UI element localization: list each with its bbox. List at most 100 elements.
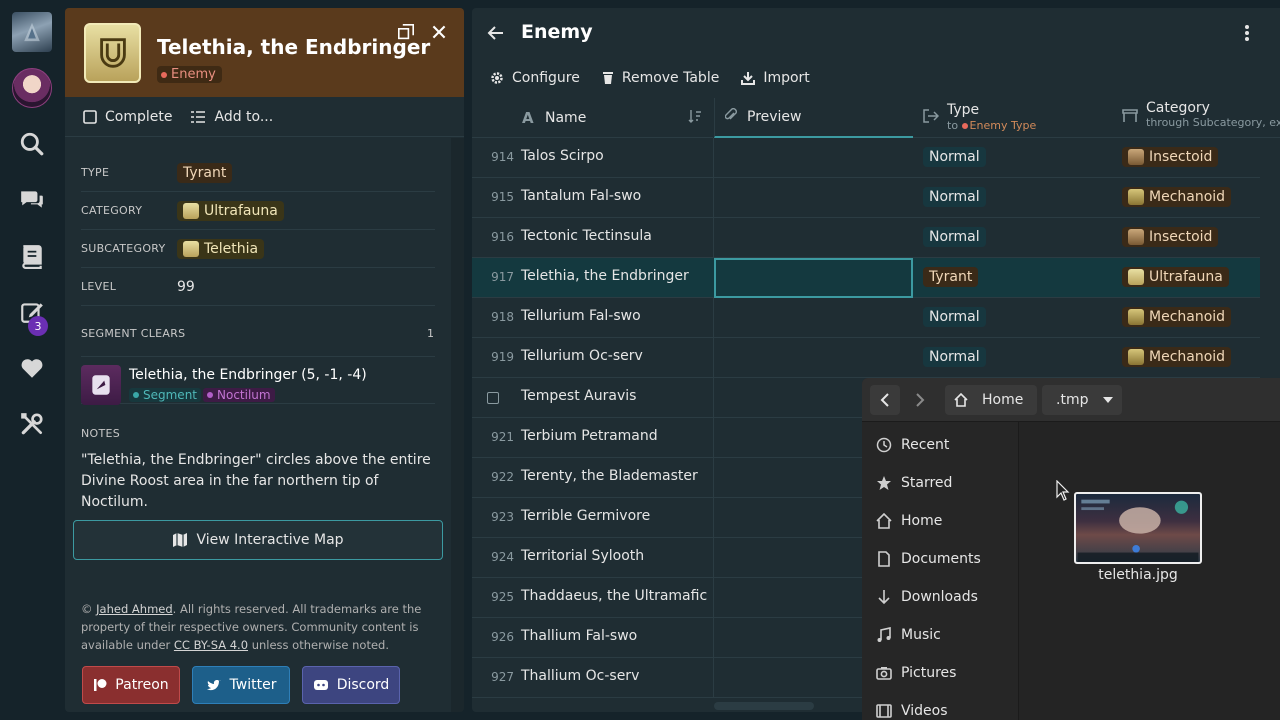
table-row[interactable]: 916 Tectonic Tectinsula Normal Insectoid — [472, 218, 1260, 258]
row-name[interactable]: Terbium Petramand — [521, 428, 658, 444]
table-row[interactable]: 919 Tellurium Oc-serv Normal Mechanoid — [472, 338, 1260, 378]
app-logo[interactable] — [12, 12, 52, 52]
row-type-chip[interactable]: Normal — [923, 227, 986, 247]
place-starred[interactable]: Starred — [862, 464, 1019, 502]
segment-clear-item[interactable]: Telethia, the Endbringer (5, -1, -4) Seg… — [81, 356, 435, 405]
table-row[interactable]: 914 Talos Scirpo Normal Insectoid — [472, 138, 1260, 178]
clock-icon — [876, 437, 892, 453]
column-name[interactable]: A Name — [472, 98, 713, 138]
column-type[interactable]: Type to Enemy Type — [913, 98, 1112, 138]
import-button[interactable]: Import — [741, 70, 810, 86]
discord-button[interactable]: Discord — [302, 666, 400, 704]
back-nav-button[interactable] — [870, 385, 900, 415]
row-category-chip[interactable]: Mechanoid — [1122, 307, 1232, 327]
row-name[interactable]: Tellurium Oc-serv — [521, 348, 643, 364]
row-type-chip[interactable]: Normal — [923, 147, 986, 167]
chevron-down-icon — [1103, 397, 1114, 403]
column-category[interactable]: Category through Subcategory, exit — [1112, 98, 1280, 138]
place-downloads[interactable]: Downloads — [862, 578, 1019, 616]
insectoid-icon — [1128, 229, 1144, 245]
search-icon[interactable] — [12, 124, 52, 164]
row-preview-cell[interactable] — [713, 298, 913, 338]
user-avatar[interactable] — [12, 68, 52, 108]
crumb-home[interactable]: Home — [945, 385, 1037, 415]
row-category-label: Ultrafauna — [1149, 269, 1223, 285]
row-name[interactable]: Tempest Auravis — [521, 388, 636, 404]
horizontal-scrollbar[interactable] — [714, 702, 814, 710]
chooser-places: Recent Starred Home Documents Downloads … — [862, 422, 1019, 720]
place-pictures[interactable]: Pictures — [862, 654, 1019, 692]
row-preview-cell[interactable] — [714, 258, 913, 298]
row-name[interactable]: Territorial Sylooth — [521, 548, 644, 564]
row-category-chip[interactable]: Mechanoid — [1122, 187, 1232, 207]
add-to-button[interactable]: Add to... — [190, 109, 273, 125]
place-music[interactable]: Music — [862, 616, 1019, 654]
row-category-chip[interactable]: Insectoid — [1122, 147, 1219, 167]
category-chip[interactable]: Ultrafauna — [177, 200, 284, 221]
row-type-chip[interactable]: Normal — [923, 347, 986, 367]
detail-scrollbar[interactable] — [451, 138, 464, 712]
camera-icon — [876, 667, 892, 680]
configure-button[interactable]: Configure — [490, 70, 580, 86]
place-home[interactable]: Home — [862, 502, 1019, 540]
row-name[interactable]: Tantalum Fal-swo — [521, 188, 641, 204]
forward-nav-button[interactable] — [905, 385, 935, 415]
row-name[interactable]: Terenty, the Blademaster — [521, 468, 698, 484]
crumb-tmp[interactable]: .tmp — [1042, 385, 1122, 415]
entity-tag-label: Enemy — [171, 67, 216, 82]
row-checkbox[interactable] — [487, 392, 499, 404]
row-category-label: Mechanoid — [1149, 189, 1226, 205]
table-row[interactable]: 915 Tantalum Fal-swo Normal Mechanoid — [472, 178, 1260, 218]
chat-icon[interactable] — [12, 180, 52, 220]
row-name[interactable]: Tellurium Fal-swo — [521, 308, 641, 324]
remove-table-button[interactable]: Remove Table — [602, 70, 719, 86]
row-preview-cell[interactable] — [713, 138, 913, 178]
place-recent[interactable]: Recent — [862, 426, 1019, 464]
entity-type-tag[interactable]: Enemy — [157, 66, 222, 83]
mouse-cursor-icon — [1056, 479, 1070, 506]
row-name[interactable]: Talos Scirpo — [521, 148, 604, 164]
author-link[interactable]: Jahed Ahmed — [96, 602, 173, 616]
type-chip[interactable]: Tyrant — [177, 162, 233, 183]
detail-actions: Complete Add to... — [65, 97, 464, 137]
column-preview[interactable]: Preview — [714, 98, 913, 138]
back-arrow-icon[interactable] — [486, 23, 506, 47]
patreon-icon — [94, 679, 107, 691]
row-category-chip[interactable]: Ultrafauna — [1122, 267, 1229, 287]
subcategory-chip-label: Telethia — [204, 240, 259, 257]
more-options-icon[interactable] — [1242, 23, 1252, 47]
row-type-chip[interactable]: Tyrant — [923, 267, 979, 287]
chevron-left-icon — [880, 393, 889, 407]
popout-icon[interactable] — [396, 22, 416, 42]
row-category-chip[interactable]: Insectoid — [1122, 227, 1219, 247]
row-preview-cell[interactable] — [713, 338, 913, 378]
row-name[interactable]: Telethia, the Endbringer — [521, 268, 689, 284]
row-type-chip[interactable]: Normal — [923, 187, 986, 207]
tools-icon[interactable] — [12, 404, 52, 444]
sort-icon[interactable] — [688, 109, 702, 127]
row-type-chip[interactable]: Normal — [923, 307, 986, 327]
row-name[interactable]: Thaddaeus, the Ultramafic — [521, 588, 707, 604]
place-documents[interactable]: Documents — [862, 540, 1019, 578]
twitter-button[interactable]: Twitter — [192, 666, 290, 704]
row-name[interactable]: Tectonic Tectinsula — [521, 228, 652, 244]
close-icon[interactable] — [429, 22, 449, 42]
row-preview-cell[interactable] — [713, 178, 913, 218]
table-row[interactable]: 918 Tellurium Fal-swo Normal Mechanoid — [472, 298, 1260, 338]
license-link[interactable]: CC BY-SA 4.0 — [174, 638, 248, 652]
book-icon[interactable] — [12, 236, 52, 276]
subcategory-chip[interactable]: Telethia — [177, 238, 265, 259]
row-category-chip[interactable]: Mechanoid — [1122, 347, 1232, 367]
file-thumbnail[interactable] — [1074, 492, 1202, 564]
row-preview-cell[interactable] — [713, 218, 913, 258]
patreon-button[interactable]: Patreon — [82, 666, 180, 704]
heart-icon[interactable] — [12, 348, 52, 388]
place-videos[interactable]: Videos — [862, 692, 1019, 720]
table-row[interactable]: 917 Telethia, the Endbringer Tyrant Ultrafa… — [472, 258, 1260, 298]
row-name[interactable]: Thallium Oc-serv — [521, 668, 639, 684]
row-name[interactable]: Terrible Germivore — [521, 508, 650, 524]
complete-button[interactable]: Complete — [83, 109, 172, 125]
paperclip-icon — [724, 108, 737, 126]
view-map-button[interactable]: View Interactive Map — [73, 520, 443, 560]
row-name[interactable]: Thallium Fal-swo — [521, 628, 637, 644]
